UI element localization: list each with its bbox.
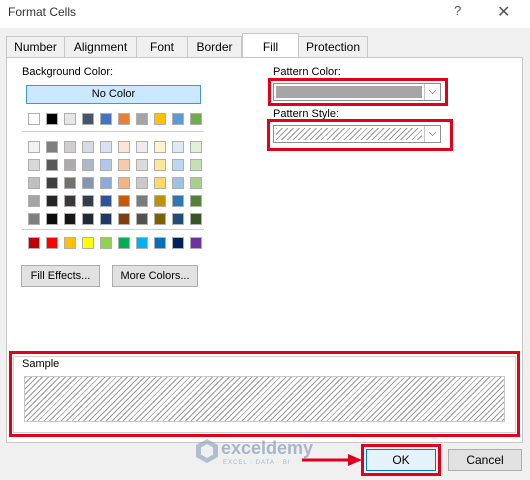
color-swatch[interactable] [64, 237, 76, 249]
color-swatch[interactable] [46, 113, 58, 125]
color-swatch[interactable] [136, 141, 148, 153]
color-swatch[interactable] [28, 113, 40, 125]
color-swatch[interactable] [64, 159, 76, 171]
color-swatch[interactable] [154, 213, 166, 225]
watermark-logo: exceldemy EXCEL · DATA · BI [195, 438, 313, 467]
color-swatch[interactable] [154, 177, 166, 189]
color-swatch[interactable] [190, 213, 202, 225]
color-swatch[interactable] [64, 113, 76, 125]
color-swatch[interactable] [82, 195, 94, 207]
color-swatch[interactable] [28, 159, 40, 171]
watermark-tagline: EXCEL · DATA · BI [223, 460, 291, 466]
color-swatch[interactable] [82, 177, 94, 189]
color-swatch[interactable] [154, 159, 166, 171]
color-swatch[interactable] [172, 113, 184, 125]
color-swatch[interactable] [82, 213, 94, 225]
color-swatch[interactable] [46, 177, 58, 189]
color-swatch[interactable] [100, 213, 112, 225]
tab-alignment[interactable]: Alignment [64, 36, 137, 58]
color-swatch[interactable] [28, 141, 40, 153]
tab-border[interactable]: Border [187, 36, 242, 58]
color-swatch[interactable] [64, 141, 76, 153]
color-swatch[interactable] [100, 237, 112, 249]
color-swatch[interactable] [118, 113, 130, 125]
color-swatch[interactable] [46, 237, 58, 249]
close-icon[interactable]: ✕ [497, 2, 510, 22]
color-swatch[interactable] [118, 213, 130, 225]
pattern-color-label: Pattern Color: [273, 66, 341, 78]
color-swatch[interactable] [100, 113, 112, 125]
color-swatch[interactable] [118, 237, 130, 249]
color-swatch[interactable] [136, 113, 148, 125]
color-swatch[interactable] [136, 159, 148, 171]
color-swatch[interactable] [28, 177, 40, 189]
color-swatch[interactable] [190, 195, 202, 207]
color-swatch[interactable] [64, 177, 76, 189]
color-swatch[interactable] [172, 177, 184, 189]
color-swatch[interactable] [28, 213, 40, 225]
color-swatch[interactable] [82, 113, 94, 125]
highlight-box [361, 444, 441, 476]
color-swatch[interactable] [64, 195, 76, 207]
color-swatch[interactable] [46, 195, 58, 207]
highlight-box [267, 119, 453, 151]
tab-number[interactable]: Number [6, 36, 65, 58]
more-colors-button[interactable]: More Colors... [112, 265, 198, 287]
color-swatch[interactable] [190, 159, 202, 171]
color-swatch[interactable] [172, 213, 184, 225]
color-swatch[interactable] [28, 195, 40, 207]
color-swatch[interactable] [172, 195, 184, 207]
tab-protection[interactable]: Protection [298, 36, 368, 58]
color-swatch[interactable] [46, 141, 58, 153]
color-swatch[interactable] [118, 141, 130, 153]
color-swatch[interactable] [136, 177, 148, 189]
background-color-label: Background Color: [22, 66, 114, 78]
help-icon[interactable]: ? [454, 3, 461, 18]
cancel-button[interactable]: Cancel [448, 449, 522, 471]
color-swatch[interactable] [100, 159, 112, 171]
color-swatch[interactable] [136, 195, 148, 207]
highlight-box [268, 78, 448, 106]
color-swatch[interactable] [190, 113, 202, 125]
window-title: Format Cells [8, 5, 77, 19]
color-swatch[interactable] [118, 195, 130, 207]
color-swatch[interactable] [82, 237, 94, 249]
color-swatch[interactable] [154, 141, 166, 153]
color-swatch[interactable] [82, 141, 94, 153]
color-swatch[interactable] [46, 213, 58, 225]
highlight-box [9, 351, 520, 437]
color-swatch[interactable] [64, 213, 76, 225]
title-bar: Format Cells ? ✕ [0, 0, 530, 28]
fill-effects-button[interactable]: Fill Effects... [21, 265, 100, 287]
logo-icon [196, 439, 218, 463]
color-swatch[interactable] [172, 237, 184, 249]
color-swatch[interactable] [190, 237, 202, 249]
palette-divider [22, 229, 204, 230]
arrow-right-icon [302, 454, 362, 466]
color-swatch[interactable] [46, 159, 58, 171]
color-swatch[interactable] [154, 237, 166, 249]
color-swatch[interactable] [118, 159, 130, 171]
color-swatch[interactable] [172, 141, 184, 153]
palette-divider [22, 131, 204, 132]
color-swatch[interactable] [136, 237, 148, 249]
no-color-button[interactable]: No Color [26, 85, 201, 104]
color-swatch[interactable] [154, 113, 166, 125]
color-swatch[interactable] [100, 141, 112, 153]
color-swatch[interactable] [154, 195, 166, 207]
color-swatch[interactable] [118, 177, 130, 189]
color-swatch[interactable] [172, 159, 184, 171]
color-swatch[interactable] [136, 213, 148, 225]
tab-fill[interactable]: Fill [242, 33, 299, 57]
color-swatch[interactable] [28, 237, 40, 249]
color-swatch[interactable] [190, 177, 202, 189]
color-swatch[interactable] [190, 141, 202, 153]
tab-font[interactable]: Font [136, 36, 188, 58]
color-swatch[interactable] [82, 159, 94, 171]
color-swatch[interactable] [100, 177, 112, 189]
color-swatch[interactable] [100, 195, 112, 207]
